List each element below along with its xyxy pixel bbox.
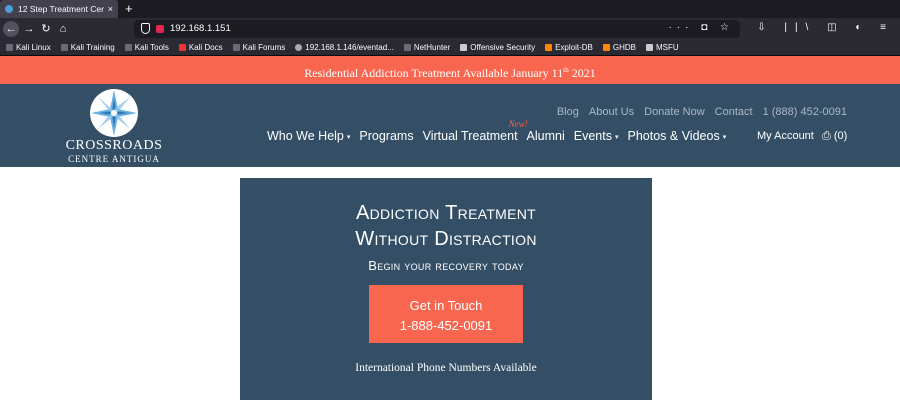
home-icon[interactable]: ⌂ [55, 21, 71, 37]
phone-link[interactable]: 1 (888) 452-0091 [763, 106, 847, 118]
compass-rose-icon [90, 89, 138, 137]
get-in-touch-button[interactable]: Get in Touch 1-888-452-0091 [369, 285, 523, 343]
back-arrow-icon[interactable]: ← [3, 21, 19, 37]
insecure-connection-icon[interactable] [156, 25, 164, 33]
bookmark-item[interactable]: GHDB [602, 43, 636, 52]
kali-dragon-icon [6, 44, 13, 51]
nav-events[interactable]: Events ▾ [574, 129, 619, 143]
bookmark-item[interactable]: Kali Docs [178, 43, 223, 52]
globe-icon [295, 44, 303, 51]
main-nav: Who We Help ▾ Programs Virtual Treatment N… [267, 119, 735, 143]
bookmarks-bar: Kali Linux Kali Training Kali Tools Kali… [0, 40, 900, 56]
hero-title: Addiction Treatment Without Distraction [355, 202, 537, 250]
kali-dragon-icon [60, 44, 68, 51]
bookmark-item[interactable]: Kali Linux [6, 43, 51, 52]
offsec-icon [460, 44, 468, 51]
my-account-link[interactable]: My Account [757, 130, 814, 142]
kali-dragon-icon [232, 44, 240, 51]
ghdb-icon [602, 44, 610, 51]
site-logo[interactable]: CROSSROADS CENTRE ANTIGUA [64, 88, 164, 164]
bookmark-item[interactable]: Kali Tools [124, 43, 169, 52]
tracking-shield-icon[interactable] [141, 23, 150, 34]
donate-now-link[interactable]: Donate Now [644, 106, 705, 118]
kali-dragon-icon [124, 44, 132, 51]
contact-link[interactable]: Contact [715, 106, 753, 118]
browser-nav-bar: ← → ↻ ⌂ 192.168.1.151 ··· ◘ ☆ ⇩ ||\ ◫ ◐ … [0, 18, 900, 40]
chevron-down-icon: ▾ [614, 133, 619, 141]
cart-icon: ⎙ [822, 130, 834, 142]
site-header: CROSSROADS CENTRE ANTIGUA Blog About Us … [0, 84, 900, 167]
tab-close-icon[interactable]: × [108, 4, 113, 14]
nav-photos-videos[interactable]: Photos & Videos ▾ [628, 129, 727, 143]
blog-link[interactable]: Blog [557, 106, 579, 118]
msfu-icon [646, 44, 653, 51]
browser-tab[interactable]: 12 Step Treatment Centre × [0, 0, 118, 18]
promo-text: Residential Addiction Treatment Availabl… [304, 66, 564, 80]
address-bar[interactable]: 192.168.1.151 ··· ◘ ☆ [134, 20, 740, 38]
bookmark-item[interactable]: NetHunter [403, 43, 450, 52]
bookmark-item[interactable]: 192.168.1.146/eventad... [295, 43, 394, 52]
promo-year: 2021 [568, 66, 596, 80]
tab-title: 12 Step Treatment Centre [18, 4, 104, 14]
kali-docs-icon [178, 44, 186, 51]
reload-icon[interactable]: ↻ [38, 21, 54, 37]
nav-virtual-treatment[interactable]: Virtual Treatment New! [423, 119, 528, 143]
browser-tab-bar: 12 Step Treatment Centre × + [0, 0, 900, 18]
exploitdb-icon [545, 44, 553, 51]
international-numbers-link[interactable]: International Phone Numbers Available [240, 362, 652, 374]
logo-name: CROSSROADS [65, 138, 163, 153]
chevron-down-icon: ▾ [346, 133, 351, 141]
bookmark-item[interactable]: Kali Training [60, 43, 115, 52]
chevron-down-icon: ▾ [722, 133, 727, 141]
new-badge: New! [508, 119, 528, 129]
utility-links: Blog About Us Donate Now Contact 1 (888)… [557, 106, 847, 118]
toolbar-icons[interactable]: ⇩ ||\ ◫ ◐ ≡ [757, 22, 894, 33]
bookmark-item[interactable]: MSFU [646, 43, 679, 52]
url-text[interactable]: 192.168.1.151 [170, 23, 231, 34]
new-tab-button[interactable]: + [125, 1, 133, 17]
logo-subname: CENTRE ANTIGUA [68, 154, 160, 164]
about-us-link[interactable]: About Us [589, 106, 634, 118]
cart-count: (0) [833, 130, 848, 142]
bookmark-item[interactable]: Offensive Security [460, 43, 535, 52]
hero-panel: Addiction Treatment Without Distraction … [240, 178, 652, 400]
nav-alumni[interactable]: Alumni [527, 129, 565, 143]
nav-programs[interactable]: Programs [359, 129, 413, 143]
nav-who-we-help[interactable]: Who We Help ▾ [267, 129, 350, 143]
bookmark-item[interactable]: Exploit-DB [545, 43, 593, 52]
page-actions-icons[interactable]: ··· ◘ ☆ [668, 22, 734, 33]
forward-arrow-icon[interactable]: → [21, 21, 37, 37]
hero-subtitle: Begin your recovery today [368, 258, 524, 273]
favicon-icon [5, 5, 13, 13]
promo-banner[interactable]: Residential Addiction Treatment Availabl… [0, 56, 900, 84]
bookmark-item[interactable]: Kali Forums [232, 43, 285, 52]
cart-button[interactable]: ⎙ (0) [822, 130, 847, 143]
kali-dragon-icon [403, 44, 411, 51]
